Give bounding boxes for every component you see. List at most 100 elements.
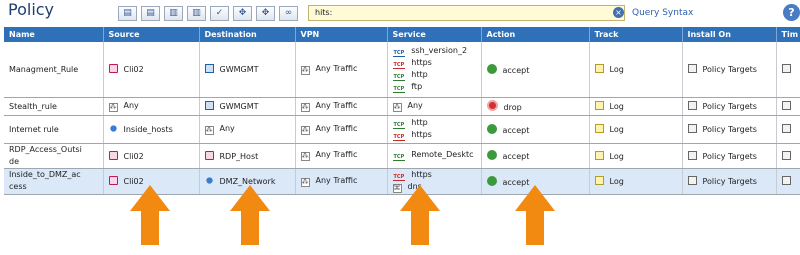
install-on-cell: Policy Targets	[682, 97, 777, 116]
source-value: Any	[123, 100, 139, 110]
rule-name: Stealth_rule	[4, 97, 104, 116]
table-row[interactable]: Stealth_rule ⁂ Any GWMGMT ⁂ Any Traffic ⁂ A…	[4, 97, 800, 116]
any-traffic-icon: ⁂	[300, 152, 310, 161]
service-value: ftp	[411, 82, 423, 92]
any-icon: ⁂	[204, 125, 214, 135]
track-value: Log	[609, 151, 624, 161]
destination-cell: ⁂ Any	[199, 115, 296, 144]
track-value: Log	[609, 65, 624, 75]
any-time-icon	[781, 150, 791, 160]
any-icon: ⁂	[392, 102, 402, 112]
column-header-install-on[interactable]: Install On	[682, 27, 777, 42]
toolbar-button-2[interactable]: ▤	[141, 6, 160, 21]
toolbar-button-3[interactable]: ▥	[164, 6, 183, 21]
accept-icon	[486, 150, 497, 160]
service-value: http	[411, 118, 428, 127]
track-cell: Log	[589, 168, 683, 195]
vpn-value: Any Traffic	[315, 63, 358, 73]
service-cell: ⁂ Any	[387, 97, 482, 116]
action-value: drop	[503, 103, 522, 112]
destination-value: RDP_Host	[219, 151, 259, 161]
tcp-service-icon: TCP	[392, 154, 406, 161]
table-row[interactable]: Internet rule Inside_hosts ⁂ Any ⁂ Any Tra…	[4, 115, 800, 144]
destination-cell: RDP_Host	[199, 143, 296, 169]
annotation-arrow-service	[400, 185, 440, 245]
column-header-name[interactable]: Name	[4, 27, 104, 42]
toolbar-button-7[interactable]: ✥	[256, 6, 275, 21]
tcp-service-icon: TCP	[392, 74, 406, 82]
help-icon[interactable]: ?	[783, 4, 800, 21]
any-traffic-icon: ⁂	[300, 177, 310, 187]
source-cell: Inside_hosts	[103, 115, 200, 144]
table-row[interactable]: Managment_Rule Cli02 GWMGMT ⁂ Any Traffic…	[4, 42, 800, 98]
policy-targets-icon	[687, 101, 697, 110]
table-header: Name Source Destination VPN Service Acti…	[4, 27, 800, 42]
accept-icon	[486, 175, 497, 186]
search-input[interactable]: hits:	[308, 5, 625, 21]
column-header-source[interactable]: Source	[103, 27, 200, 42]
accept-icon	[486, 123, 497, 134]
any-traffic-icon: ⁂	[300, 102, 310, 112]
any-time-icon	[781, 64, 791, 74]
service-value: Remote_Desktc	[411, 150, 474, 159]
clear-search-icon[interactable]: ×	[613, 7, 624, 18]
column-header-vpn[interactable]: VPN	[295, 27, 388, 42]
column-header-service[interactable]: Service	[387, 27, 482, 42]
source-value: Inside_hosts	[123, 125, 173, 134]
tcp-service-icon: TCP	[392, 50, 406, 58]
tcp-service-icon: TCP	[392, 86, 406, 94]
toolbar-button-4[interactable]: ▥	[187, 6, 206, 21]
vpn-cell: ⁂ Any Traffic	[295, 42, 388, 98]
destination-value: GWMGMT	[219, 65, 259, 75]
tcp-service-icon: TCP	[392, 134, 406, 141]
install-on-cell: Policy Targets	[682, 168, 777, 195]
column-header-destination[interactable]: Destination	[199, 27, 296, 42]
destination-cell: GWMGMT	[199, 97, 296, 116]
destination-value: Any	[219, 123, 235, 133]
rule-name-line: Inside_to_DMZ_ac	[9, 170, 81, 179]
column-header-time[interactable]: Tim	[776, 27, 800, 42]
policy-table: Name Source Destination VPN Service Acti…	[4, 27, 800, 195]
binoculars-icon[interactable]: ∞	[279, 6, 298, 21]
action-cell: accept	[481, 143, 590, 169]
time-cell	[776, 42, 800, 98]
toolbar-button-5[interactable]: ✓	[210, 6, 229, 21]
time-cell	[776, 143, 800, 169]
install-on-cell: Policy Targets	[682, 115, 777, 144]
tcp-service-icon: TCP	[392, 122, 406, 129]
policy-targets-icon	[687, 150, 697, 160]
column-header-track[interactable]: Track	[589, 27, 683, 42]
vpn-value: Any Traffic	[315, 123, 358, 133]
annotation-arrow-source	[130, 185, 170, 245]
track-cell: Log	[589, 97, 683, 116]
network-icon	[205, 177, 213, 184]
vpn-value: Any Traffic	[315, 175, 358, 185]
toolbar-button-1[interactable]: ▤	[118, 6, 137, 21]
host-icon	[108, 176, 118, 185]
source-cell: Cli02	[103, 143, 200, 169]
rule-name-line: RDP_Access_Outsi	[9, 144, 82, 154]
rule-name-line: de	[9, 156, 19, 166]
policy-targets-icon	[687, 176, 697, 185]
accept-icon	[486, 63, 497, 74]
destination-value: GWMGMT	[219, 102, 259, 111]
rule-name-line: cess	[9, 182, 27, 191]
any-time-icon	[781, 124, 791, 133]
annotation-arrow-action	[515, 185, 555, 245]
vpn-cell: ⁂ Any Traffic	[295, 143, 388, 169]
tcp-service-icon: TCP	[392, 174, 406, 181]
host-icon	[108, 64, 118, 74]
service-value: https	[411, 130, 432, 139]
service-cell: TCP ssh_version_2 TCP https TCP http TCP ftp	[387, 42, 482, 98]
query-syntax-link[interactable]: Query Syntax	[632, 8, 693, 18]
gateway-icon	[204, 64, 214, 74]
table-row[interactable]: RDP_Access_Outside Cli02 RDP_Host ⁂ Any T…	[4, 143, 800, 169]
column-header-action[interactable]: Action	[481, 27, 590, 42]
toolbar-button-6[interactable]: ✥	[233, 6, 252, 21]
action-cell: accept	[481, 115, 590, 144]
action-cell: accept	[481, 42, 590, 98]
install-on-cell: Policy Targets	[682, 42, 777, 98]
log-icon	[594, 101, 604, 110]
track-value: Log	[609, 102, 624, 111]
action-value: accept	[502, 65, 530, 75]
